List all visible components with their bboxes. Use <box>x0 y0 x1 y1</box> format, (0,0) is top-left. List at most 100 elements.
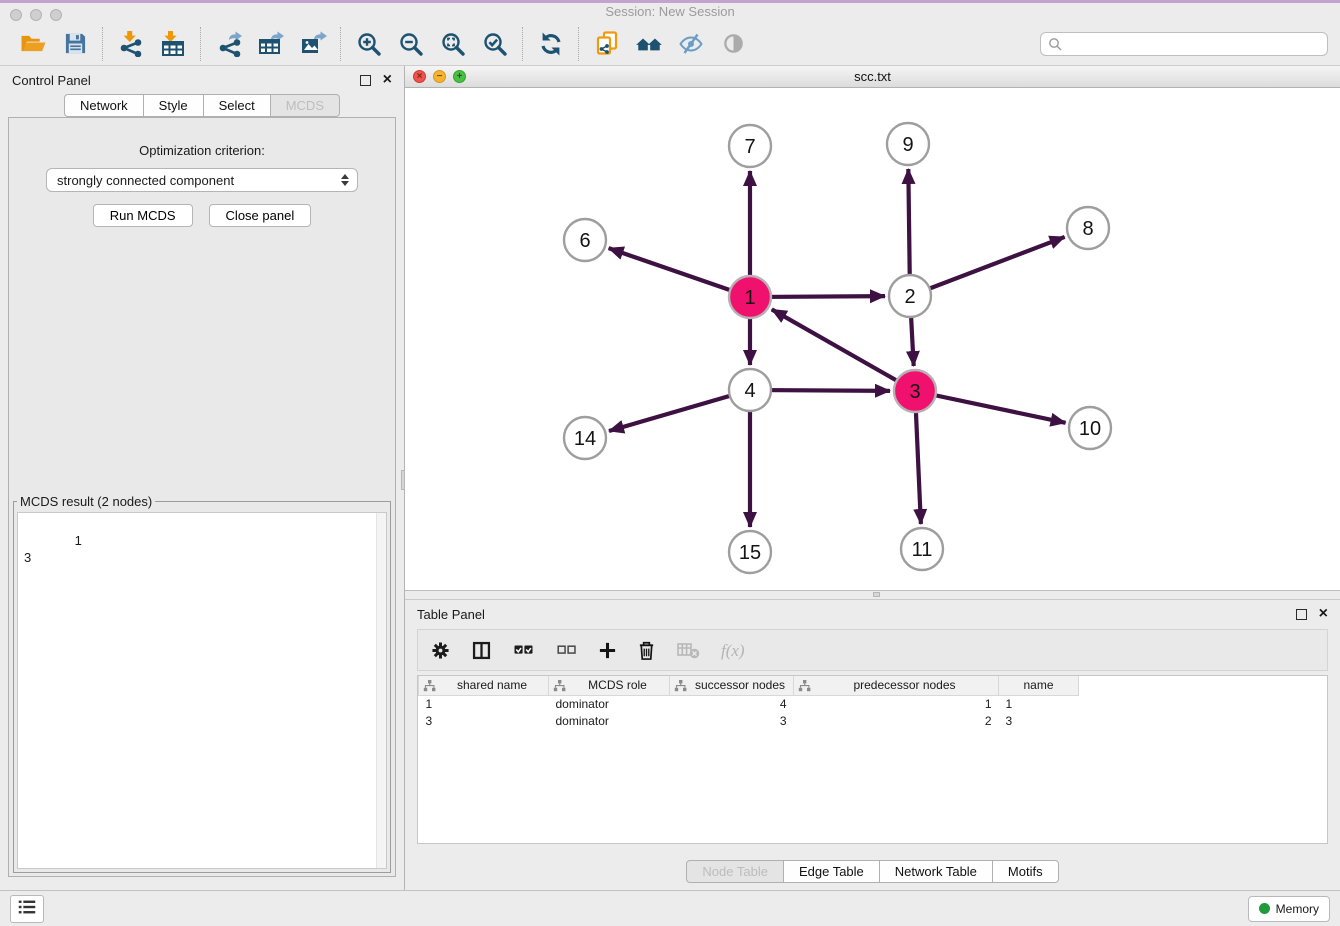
node-4[interactable]: 4 <box>729 369 771 411</box>
create-column-button[interactable] <box>598 641 617 660</box>
cell[interactable]: 2 <box>794 712 999 729</box>
close-panel-button[interactable]: Close panel <box>209 204 312 227</box>
node-3[interactable]: 3 <box>894 370 936 412</box>
import-table-button[interactable] <box>152 25 194 63</box>
node-7[interactable]: 7 <box>729 125 771 167</box>
import-network-button[interactable] <box>110 25 152 63</box>
settings-button[interactable] <box>430 640 451 661</box>
table-row-2[interactable]: 3dominator323 <box>419 712 1079 729</box>
node-2[interactable]: 2 <box>889 275 931 317</box>
export-network-icon <box>216 31 243 57</box>
network-window-titlebar[interactable]: scc.txt × − + <box>405 66 1340 88</box>
refresh-button[interactable] <box>530 25 572 63</box>
cell[interactable]: 3 <box>999 712 1079 729</box>
window-traffic-lights <box>10 9 62 21</box>
tab-motifs[interactable]: Motifs <box>992 860 1059 883</box>
edge-3-10[interactable] <box>915 391 1066 423</box>
edges-layer <box>609 169 1066 527</box>
node-label-3: 3 <box>909 381 920 403</box>
select-all-columns-button[interactable] <box>512 641 535 659</box>
cell[interactable]: 1 <box>999 695 1079 712</box>
export-image-button[interactable] <box>292 25 334 63</box>
hide-selected-button[interactable] <box>670 25 712 63</box>
tab-edge-table[interactable]: Edge Table <box>783 860 880 883</box>
tab-node-table[interactable]: Node Table <box>686 860 784 883</box>
tab-network[interactable]: Network <box>64 94 144 117</box>
save-session-button[interactable] <box>54 25 96 63</box>
open-session-button[interactable] <box>12 25 54 63</box>
table-panel-float-icon[interactable] <box>1296 609 1307 620</box>
node-14[interactable]: 14 <box>564 417 606 459</box>
table-panel-close-icon[interactable]: × <box>1319 606 1328 622</box>
node-label-7: 7 <box>744 136 755 158</box>
horizontal-splitter[interactable] <box>405 590 1340 600</box>
tab-network-table[interactable]: Network Table <box>879 860 993 883</box>
column-header-successor-nodes[interactable]: successor nodes <box>670 676 794 695</box>
show-columns-button[interactable] <box>471 640 492 661</box>
node-15[interactable]: 15 <box>729 531 771 573</box>
cell[interactable]: 3 <box>670 712 794 729</box>
toolbar-separator <box>102 27 104 61</box>
cell[interactable]: 1 <box>419 695 549 712</box>
toolbar-separator <box>340 27 342 61</box>
tab-style[interactable]: Style <box>143 94 204 117</box>
control-panel: Control Panel × NetworkStyleSelectMCDS O… <box>0 66 405 890</box>
cell[interactable]: dominator <box>549 695 670 712</box>
node-1[interactable]: 1 <box>729 276 771 318</box>
column-header-shared-name[interactable]: shared name <box>419 676 549 695</box>
first-neighbors-button[interactable] <box>628 25 670 63</box>
control-panel-close-icon[interactable]: × <box>383 72 392 88</box>
zoom-out-button[interactable] <box>390 25 432 63</box>
node-10[interactable]: 10 <box>1069 407 1111 449</box>
node-8[interactable]: 8 <box>1067 207 1109 249</box>
edge-3-1[interactable] <box>772 309 915 391</box>
window-minimize-button[interactable] <box>30 9 42 21</box>
cell[interactable]: 1 <box>794 695 999 712</box>
edge-1-6[interactable] <box>609 248 750 297</box>
export-table-button[interactable] <box>250 25 292 63</box>
node-label-8: 8 <box>1082 218 1093 240</box>
result-scrollbar[interactable] <box>376 513 386 868</box>
node-6[interactable]: 6 <box>564 219 606 261</box>
import-network-icon <box>118 31 145 57</box>
search-input[interactable] <box>1040 32 1328 56</box>
mcds-result-list[interactable]: 1 3 <box>17 512 387 869</box>
deselect-all-columns-button[interactable] <box>555 641 578 659</box>
cell[interactable]: dominator <box>549 712 670 729</box>
clone-network-button[interactable] <box>586 25 628 63</box>
network-minimize-button[interactable]: − <box>433 70 446 83</box>
task-history-button[interactable] <box>10 895 44 923</box>
zoom-fit-button[interactable] <box>432 25 474 63</box>
tab-mcds[interactable]: MCDS <box>270 94 340 117</box>
network-graph: 7 9 6 8 1 2 4 3 14 10 15 11 <box>405 88 1340 589</box>
node-9[interactable]: 9 <box>887 123 929 165</box>
node-11[interactable]: 11 <box>901 528 943 570</box>
column-header-predecessor-nodes[interactable]: predecessor nodes <box>794 676 999 695</box>
export-network-button[interactable] <box>208 25 250 63</box>
table-panel-title: Table Panel <box>417 607 485 622</box>
column-header-name[interactable]: name <box>999 676 1079 695</box>
window-zoom-button[interactable] <box>50 9 62 21</box>
delete-columns-button[interactable] <box>637 640 656 661</box>
run-mcds-button[interactable]: Run MCDS <box>93 204 193 227</box>
zoom-selected-button[interactable] <box>474 25 516 63</box>
mcds-result-group: MCDS result (2 nodes) 1 3 <box>13 494 391 873</box>
control-panel-float-icon[interactable] <box>360 75 371 86</box>
window-close-button[interactable] <box>10 9 22 21</box>
zoom-in-button[interactable] <box>348 25 390 63</box>
network-maximize-button[interactable]: + <box>453 70 466 83</box>
memory-button[interactable]: Memory <box>1248 896 1330 922</box>
vertical-splitter-handle[interactable] <box>401 470 405 490</box>
splitter-handle[interactable] <box>873 592 880 597</box>
column-header-MCDS-role[interactable]: MCDS role <box>549 676 670 695</box>
cell[interactable]: 4 <box>670 695 794 712</box>
network-canvas[interactable]: 7 9 6 8 1 2 4 3 14 10 15 11 <box>405 88 1340 589</box>
network-close-button[interactable]: × <box>413 70 426 83</box>
cell[interactable]: 3 <box>419 712 549 729</box>
table-row-1[interactable]: 1dominator411 <box>419 695 1079 712</box>
optimization-criterion-value: strongly connected component <box>57 173 234 188</box>
optimization-criterion-select[interactable]: strongly connected component <box>46 168 358 192</box>
tab-select[interactable]: Select <box>203 94 271 117</box>
edge-2-8[interactable] <box>910 237 1065 296</box>
refresh-icon <box>538 31 564 57</box>
